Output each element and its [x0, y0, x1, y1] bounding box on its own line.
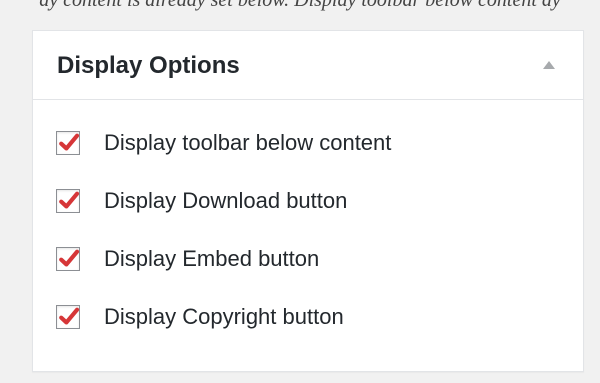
display-download-checkbox[interactable] — [56, 189, 80, 213]
display-options-panel: Display Options Display toolbar below co… — [32, 30, 584, 372]
display-toolbar-checkbox[interactable] — [56, 131, 80, 155]
collapse-toggle-button[interactable] — [537, 53, 561, 77]
option-display-copyright: Display Copyright button — [33, 300, 583, 358]
display-toolbar-label[interactable]: Display toolbar below content — [104, 126, 391, 160]
option-display-embed: Display Embed button — [33, 242, 583, 300]
options-list: Display toolbar below content Display Do… — [33, 126, 583, 358]
option-display-toolbar: Display toolbar below content — [33, 126, 583, 184]
display-download-label[interactable]: Display Download button — [104, 184, 347, 218]
check-icon — [59, 191, 80, 209]
check-icon — [59, 307, 80, 325]
clipped-caption: ay content is already set below. Display… — [39, 0, 561, 11]
panel-title: Display Options — [57, 52, 240, 79]
check-icon — [59, 133, 80, 151]
check-icon — [59, 249, 80, 267]
display-copyright-label[interactable]: Display Copyright button — [104, 300, 344, 334]
display-copyright-checkbox[interactable] — [56, 305, 80, 329]
display-embed-checkbox[interactable] — [56, 247, 80, 271]
panel-header: Display Options — [33, 31, 583, 100]
display-embed-label[interactable]: Display Embed button — [104, 242, 319, 276]
triangle-up-icon — [543, 61, 555, 69]
option-display-download: Display Download button — [33, 184, 583, 242]
